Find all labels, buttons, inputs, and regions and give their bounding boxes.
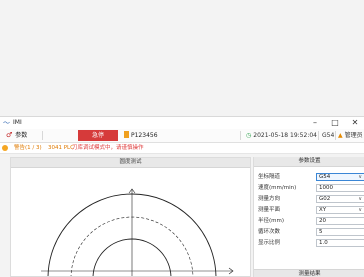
- datetime-display: ◷ 2021-05-18 19:52:04: [246, 130, 317, 141]
- warning-dot-icon: [2, 145, 8, 151]
- empty-desktop-area: [0, 0, 364, 116]
- param-row-scale: 显示比例 1.0: [254, 238, 364, 248]
- window-title: IMI: [13, 119, 22, 126]
- order-number: P123456: [124, 130, 158, 141]
- alarm-count: 警告(1 / 3): [14, 145, 42, 151]
- results-section-header: 测量结果: [254, 269, 364, 277]
- coordinate-select[interactable]: G54 ∨: [316, 173, 364, 181]
- direction-select[interactable]: G02 ∨: [316, 195, 364, 203]
- param-row-direction: 测量方向 G02 ∨: [254, 194, 364, 204]
- cycles-input[interactable]: 5: [316, 228, 364, 236]
- coordinate-system-label: G54: [322, 132, 335, 139]
- param-row-coordinate: 坐标隔道 G54 ∨: [254, 172, 364, 182]
- clock-icon: ◷: [246, 132, 252, 139]
- param-row-plane: 测量平面 XY ∨: [254, 205, 364, 215]
- plane-select[interactable]: XY ∨: [316, 206, 364, 214]
- scale-input[interactable]: 1.0: [316, 239, 364, 247]
- folder-icon: [124, 131, 129, 138]
- speed-input[interactable]: 1000: [316, 184, 364, 192]
- window-titlebar: 〜 IMI – □ ✕: [0, 116, 364, 130]
- alarm-bar[interactable]: 警告(1 / 3) 3041 PLC 刀库调试模式中，请谨慎操作: [0, 143, 364, 154]
- roundness-test-panel: 圆度测试: [10, 157, 251, 277]
- param-button[interactable]: ♂ 参数: [6, 130, 27, 141]
- maximize-icon[interactable]: □: [326, 117, 344, 129]
- toolbar-divider: [240, 131, 241, 140]
- param-label: 显示比例: [258, 240, 281, 246]
- wrench-icon: ♂: [6, 131, 13, 139]
- app-screen: 〜 IMI – □ ✕ ♂ 参数 急停 P123456 ◷ 2021-05-18 1…: [0, 0, 364, 277]
- chevron-down-icon: ∨: [358, 207, 362, 213]
- param-label: 测量平面: [258, 207, 281, 213]
- wave-app-icon: 〜: [3, 119, 10, 127]
- param-row-radius: 半径(mm) 20: [254, 216, 364, 226]
- param-label: 坐标隔道: [258, 174, 281, 180]
- user-warning-icon: ▲: [338, 132, 343, 139]
- parameter-panel-title: 参数设置: [254, 157, 364, 167]
- parameter-panel: 参数设置 坐标隔道 G54 ∨ 速度(mm/min) 1000 测量方向 G02 ∨…: [253, 157, 364, 277]
- param-label: 参数: [15, 132, 28, 139]
- param-label: 半径(mm): [258, 218, 285, 224]
- toolbar-divider: [318, 131, 319, 140]
- chevron-down-icon: ∨: [358, 174, 362, 180]
- chevron-down-icon: ∨: [358, 196, 362, 202]
- close-icon[interactable]: ✕: [346, 117, 364, 129]
- param-label: 循环次数: [258, 229, 281, 235]
- param-label: 速度(mm/min): [258, 185, 297, 191]
- toolbar-divider: [42, 131, 43, 140]
- param-label: 测量方向: [258, 196, 281, 202]
- minimize-icon[interactable]: –: [306, 117, 324, 129]
- toolbar-divider: [335, 131, 336, 140]
- radius-input[interactable]: 20: [316, 217, 364, 225]
- alarm-message: 刀库调试模式中，请谨慎操作: [72, 145, 144, 151]
- user-menu[interactable]: ▲ 管理员: [338, 130, 363, 141]
- toolbar: ♂ 参数 急停 P123456 ◷ 2021-05-18 19:52:04 G54 …: [0, 129, 364, 143]
- user-label: 管理员: [344, 132, 363, 139]
- alarm-code: 3041 PLC: [48, 145, 74, 151]
- roundness-diagram: [41, 188, 234, 276]
- order-label: P123456: [131, 132, 158, 139]
- param-row-cycles: 循环次数 5: [254, 227, 364, 237]
- param-row-speed: 速度(mm/min) 1000: [254, 183, 364, 193]
- datetime-label: 2021-05-18 19:52:04: [253, 132, 317, 139]
- emergency-stop-button[interactable]: 急停: [78, 130, 118, 141]
